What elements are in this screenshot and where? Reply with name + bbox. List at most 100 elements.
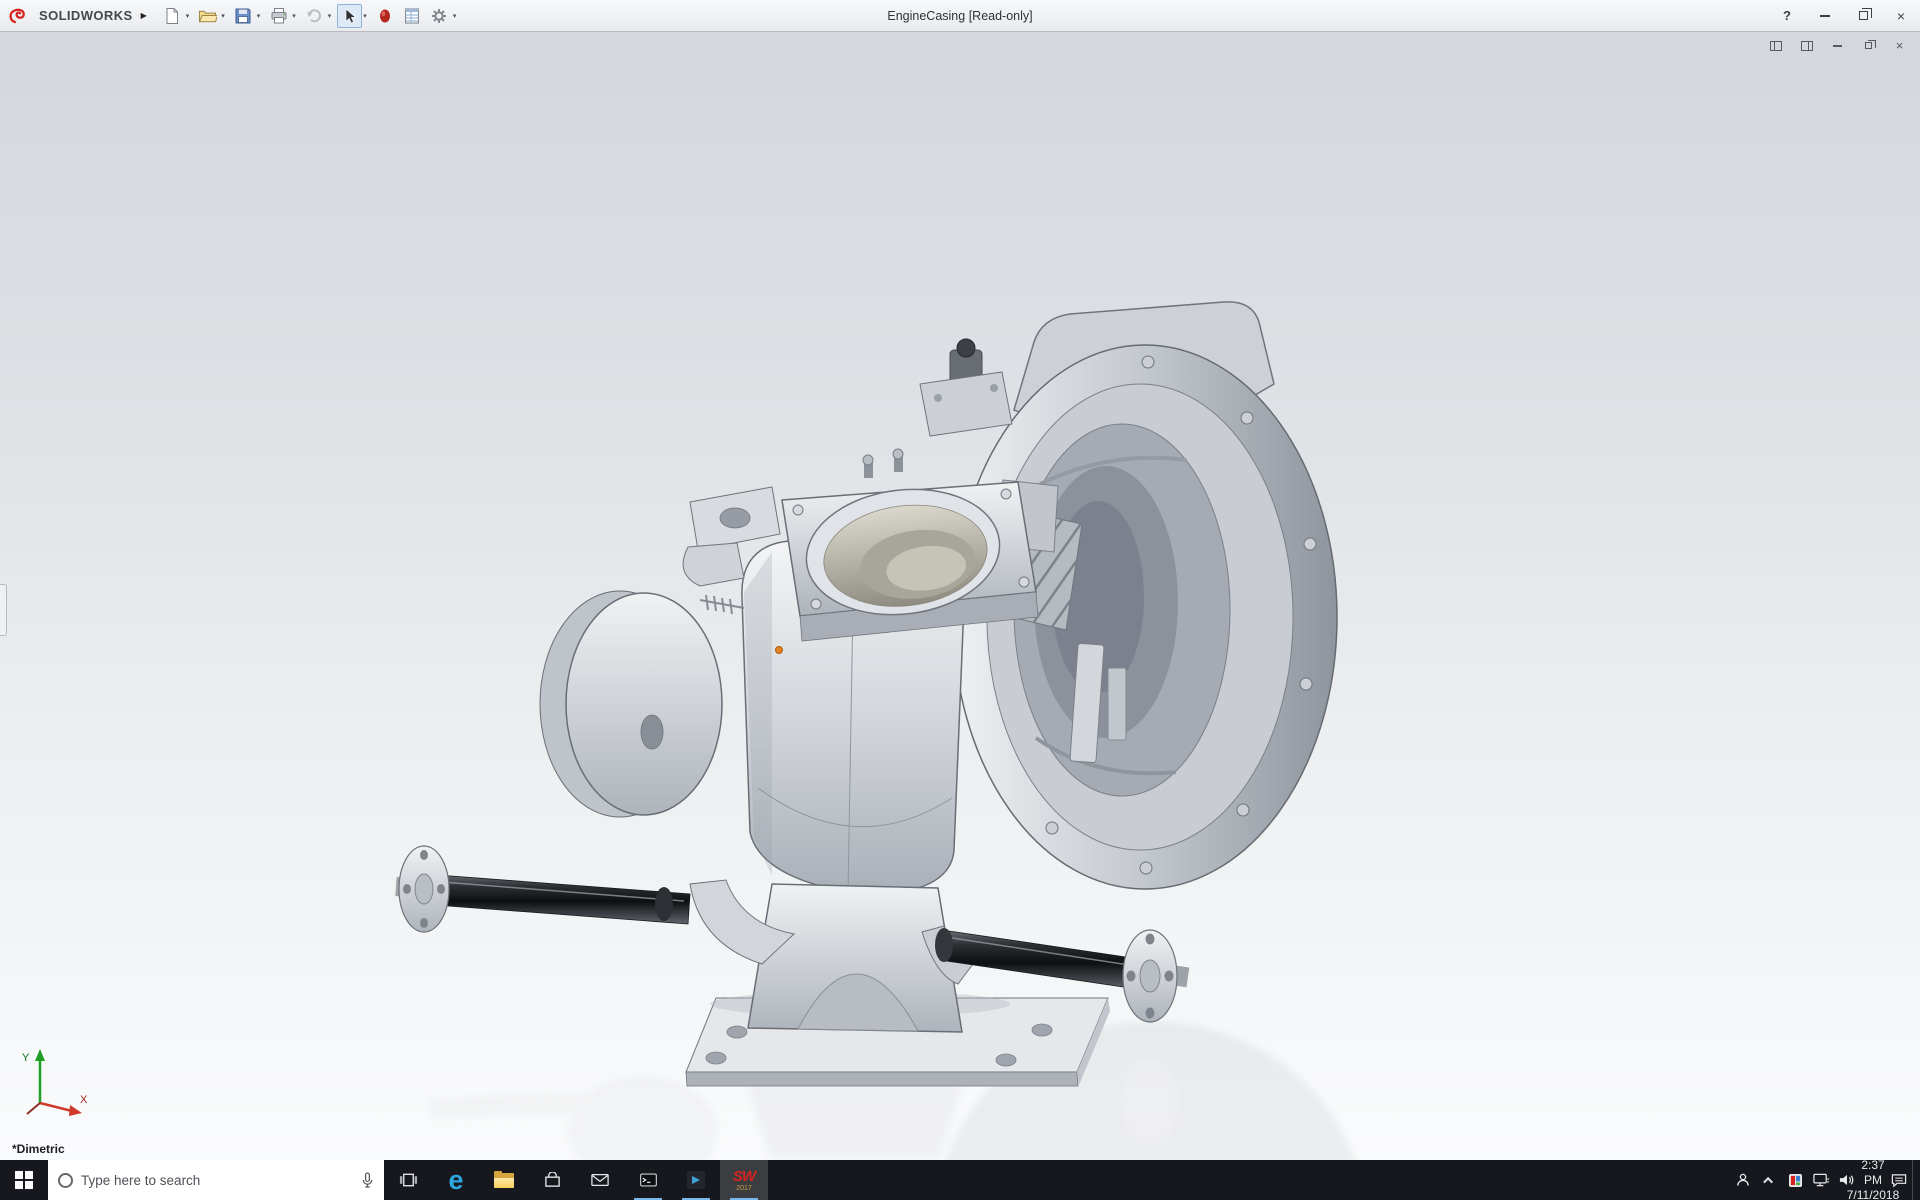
pane-right-button[interactable] [1798,38,1815,53]
taskbar-store-button[interactable] [528,1160,576,1200]
quick-access-toolbar: ▾ ▾ ▾ ▾ [159,4,462,28]
orientation-triad[interactable]: Y X [14,1041,94,1126]
doc-restore-icon [1865,42,1872,49]
pane-left-icon [1770,41,1782,51]
new-document-button[interactable] [160,4,185,28]
taskbar-mail-button[interactable] [576,1160,624,1200]
minimize-button[interactable] [1806,0,1844,31]
left-axle [395,846,690,932]
doc-close-icon: × [1896,39,1904,52]
tray-app-button[interactable] [1782,1160,1808,1200]
edge-icon: e [448,1167,463,1194]
doc-restore-button[interactable] [1860,38,1877,53]
save-icon [234,7,252,25]
new-caret-icon[interactable]: ▾ [186,12,190,20]
microphone-icon[interactable] [361,1172,374,1189]
volume-icon [1839,1173,1855,1187]
open-button[interactable] [195,4,220,28]
chevron-up-icon [1763,1176,1773,1186]
appearance-icon [376,7,394,25]
menu-flyout-arrow-icon[interactable]: ▶ [141,11,147,20]
options-button[interactable] [427,4,452,28]
feature-panel-collapse-handle[interactable] [0,584,7,636]
select-caret-icon[interactable]: ▾ [363,12,367,20]
viewport-3d[interactable]: × Y X *Dimetric [0,32,1920,1160]
solidworks-badge-top: SW [733,1169,755,1184]
design-table-icon [403,7,421,25]
help-icon: ? [1783,8,1791,23]
undo-button[interactable] [302,4,327,28]
pane-right-icon [1801,41,1813,51]
taskbar-edge-button[interactable]: e [432,1160,480,1200]
user-icon [1736,1173,1750,1187]
taskbar-media-app-button[interactable] [672,1160,720,1200]
solidworks-badge-year: 2017 [736,1185,752,1192]
gear-icon [430,7,448,25]
network-tray-button[interactable] [1808,1160,1834,1200]
selection-point[interactable] [776,647,783,654]
close-icon: × [1897,9,1905,23]
top-bracket [920,339,1012,436]
restore-button[interactable] [1844,0,1882,31]
taskbar-solidworks-button[interactable]: SW 2017 [720,1160,768,1200]
brand-name: SOLIDWORKS [39,8,133,23]
taskbar-search[interactable] [48,1160,384,1200]
print-button[interactable] [266,4,291,28]
triad-x-label: X [80,1094,88,1106]
solidworks-icon: SW 2017 [733,1169,755,1192]
task-view-button[interactable] [384,1160,432,1200]
taskbar: e SW 2017 [0,1160,1920,1200]
design-table-button[interactable] [400,4,425,28]
taskbar-command-prompt-button[interactable] [624,1160,672,1200]
pane-left-button[interactable] [1767,38,1784,53]
taskbar-file-explorer-button[interactable] [480,1160,528,1200]
document-title: EngineCasing [Read-only] [887,9,1032,23]
system-tray: 2:37 PM 7/11/2018 [1730,1160,1920,1200]
open-caret-icon[interactable]: ▾ [221,12,225,20]
restore-icon [1859,11,1868,20]
save-button[interactable] [231,4,256,28]
options-caret-icon[interactable]: ▾ [453,12,457,20]
network-icon [1813,1173,1830,1187]
document-window-controls: × [1767,38,1908,53]
titlebar: SOLIDWORKS ▶ ▾ ▾ ▾ [0,0,1920,32]
print-caret-icon[interactable]: ▾ [292,12,296,20]
help-button[interactable]: ? [1768,0,1806,31]
window-controls: ? × [1768,0,1920,31]
dassault-logo-icon [8,6,34,26]
hidden-icons-button[interactable] [1756,1160,1782,1200]
undo-caret-icon[interactable]: ▾ [328,12,332,20]
taskbar-clock[interactable]: 2:37 PM 7/11/2018 [1860,1160,1886,1200]
view-orientation-label: *Dimetric [12,1142,65,1156]
user-tray-button[interactable] [1730,1160,1756,1200]
app-logo: SOLIDWORKS [8,6,133,26]
open-folder-icon [198,8,217,24]
mail-icon [591,1173,609,1187]
cortana-icon [58,1173,73,1188]
start-button[interactable] [0,1160,48,1200]
search-input[interactable] [81,1173,353,1188]
minimize-icon [1820,15,1830,17]
clock-time: 2:37 PM [1860,1158,1886,1188]
task-view-icon [399,1173,418,1187]
side-disc [540,591,722,817]
file-explorer-icon [494,1173,514,1188]
appearance-button[interactable] [373,4,398,28]
command-prompt-icon [640,1173,657,1187]
new-document-icon [163,7,181,25]
close-button[interactable]: × [1882,0,1920,31]
windows-logo-icon [15,1171,33,1189]
select-cursor-icon [341,7,359,25]
doc-minimize-icon [1833,45,1842,47]
doc-minimize-button[interactable] [1829,38,1846,53]
undo-icon [305,7,323,25]
show-desktop-button[interactable] [1912,1160,1920,1200]
action-center-icon [1891,1173,1907,1188]
engine-model [0,32,1920,1160]
print-icon [270,7,288,25]
doc-close-button[interactable]: × [1891,38,1908,53]
select-button[interactable] [337,4,362,28]
save-caret-icon[interactable]: ▾ [257,12,261,20]
action-center-button[interactable] [1886,1160,1912,1200]
triad-y-label: Y [22,1052,30,1064]
